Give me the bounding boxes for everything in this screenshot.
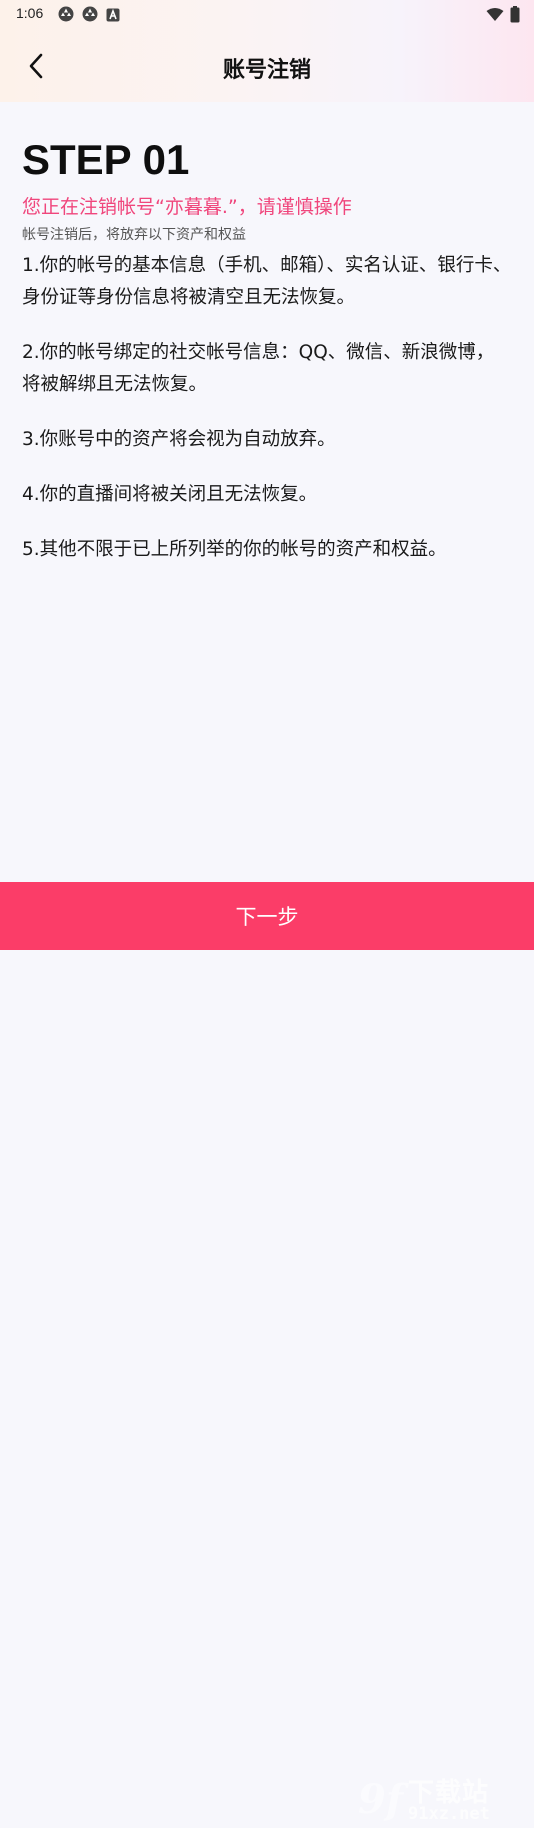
status-system-icons xyxy=(486,6,520,27)
step-title: STEP 01 xyxy=(22,136,190,183)
watermark-url: 91xz.net xyxy=(408,1804,490,1824)
list-item: 1.你的帐号的基本信息（手机、邮箱）、实名认证、银行卡、身份证等身份信息将被清空… xyxy=(22,255,512,308)
warning-text: 您正在注销帐号“亦暮暮.”，请谨慎操作 xyxy=(22,196,352,218)
subtitle-text: 帐号注销后，将放弃以下资产和权益 xyxy=(22,227,246,243)
page-title: 账号注销 xyxy=(222,58,311,83)
bottom-bar: 下一步 9f 下载站 91xz.net xyxy=(0,882,534,1824)
watermark: 9f 下载站 91xz.net xyxy=(358,1772,528,1828)
nav-bar: 账号注销 xyxy=(0,38,534,98)
status-bar: 1:06 xyxy=(0,0,534,28)
battery-icon xyxy=(510,6,520,27)
app-notification-icon xyxy=(58,6,74,26)
watermark-logo: 9f xyxy=(358,1776,404,1823)
next-step-button[interactable]: 下一步 xyxy=(0,882,534,950)
list-item: 5.其他不限于已上所列举的你的帐号的资产和权益。 xyxy=(22,539,447,560)
status-notification-icons xyxy=(58,6,120,26)
wifi-icon xyxy=(486,7,504,26)
list-item: 2.你的帐号绑定的社交帐号信息：QQ、微信、新浪微博，将被解绑且无法恢复。 xyxy=(22,342,495,395)
status-time: 1:06 xyxy=(16,5,44,21)
list-item: 4.你的直播间将被关闭且无法恢复。 xyxy=(22,484,318,505)
a-notification-icon xyxy=(106,7,120,26)
app-notification-icon xyxy=(82,6,98,26)
list-item: 3.你账号中的资产将会视为自动放弃。 xyxy=(22,429,336,450)
main-content: STEP 01 您正在注销帐号“亦暮暮.”，请谨慎操作 帐号注销后，将放弃以下资… xyxy=(22,134,512,566)
